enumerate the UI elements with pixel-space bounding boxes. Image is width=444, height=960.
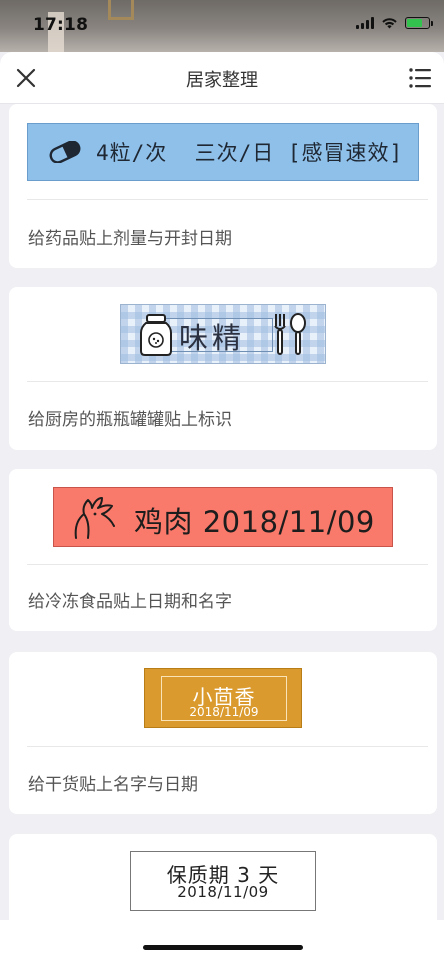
divider	[27, 199, 428, 200]
shelf-life-label: 保质期 3 天 2018/11/09	[130, 851, 316, 911]
label-frame: 小茴香 2018/11/09	[161, 676, 287, 721]
list-item[interactable]: 鸡肉 2018/11/09 给冷冻食品贴上日期和名字	[9, 469, 437, 631]
medicine-label: 4粒/次 三次/日 [感冒速效]	[27, 123, 419, 181]
divider	[27, 564, 428, 565]
chicken-label: 鸡肉 2018/11/09	[53, 487, 393, 547]
fork-spoon-icon	[274, 313, 306, 355]
nav-bar: 居家整理	[0, 52, 444, 104]
fennel-label-date: 2018/11/09	[189, 705, 259, 719]
medicine-label-text: 4粒/次 三次/日 [感冒速效]	[96, 141, 404, 165]
cellular-signal-icon	[356, 17, 374, 29]
chicken-icon	[74, 497, 115, 539]
home-indicator[interactable]	[143, 945, 303, 950]
card-caption: 给干货贴上名字与日期	[28, 775, 198, 795]
status-bar: 17:18	[0, 0, 444, 52]
divider	[27, 746, 428, 747]
battery-icon	[405, 17, 433, 29]
status-icons	[356, 17, 433, 29]
pill-icon	[49, 141, 81, 163]
card-caption: 给药品贴上剂量与开封日期	[28, 229, 232, 249]
card-caption: 给冷冻食品贴上日期和名字	[28, 592, 232, 612]
list-item[interactable]: 保质期 3 天 2018/11/09	[9, 834, 437, 920]
divider	[27, 381, 428, 382]
shelf-life-label-date: 2018/11/09	[177, 883, 269, 901]
chicken-label-text: 鸡肉 2018/11/09	[134, 505, 375, 539]
home-indicator-area	[0, 920, 444, 960]
list-item[interactable]: 4粒/次 三次/日 [感冒速效] 给药品贴上剂量与开封日期	[9, 104, 437, 268]
sheet: 居家整理 4粒/次 三次/日 [感冒速效] 给药品贴上剂量与开封日期 味精 给厨…	[0, 52, 444, 920]
card-caption: 给厨房的瓶瓶罐罐贴上标识	[28, 410, 232, 430]
background-photo-frame	[108, 0, 134, 20]
jar-icon	[140, 314, 172, 356]
msg-label-text: 味精	[179, 321, 246, 355]
list-menu-icon[interactable]	[408, 67, 432, 89]
list-item[interactable]: 味精 给厨房的瓶瓶罐罐贴上标识	[9, 287, 437, 450]
page-title: 居家整理	[186, 70, 258, 91]
list-item[interactable]: 小茴香 2018/11/09 给干货贴上名字与日期	[9, 652, 437, 814]
wifi-icon	[382, 18, 397, 29]
msg-label: 味精	[120, 304, 326, 364]
fennel-label: 小茴香 2018/11/09	[144, 668, 302, 728]
status-time: 17:18	[33, 15, 89, 35]
